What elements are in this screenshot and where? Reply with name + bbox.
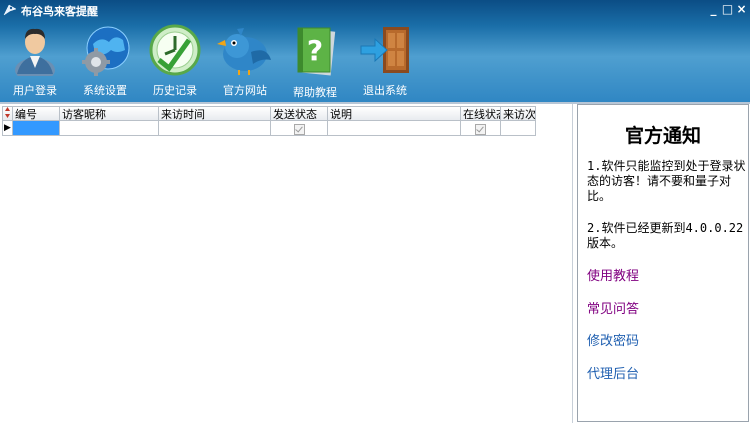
history-clock-icon — [149, 24, 201, 76]
row-indicator-header — [2, 106, 13, 121]
minimize-button[interactable]: _ — [707, 3, 720, 16]
maximize-button[interactable]: □ — [721, 3, 734, 16]
toolbar-label-history: 历史记录 — [153, 84, 197, 97]
visitor-grid-area: 编号 访客昵称 来访时间 发送状态 说明 在线状态 来访次 ▶ — [0, 104, 573, 423]
cell-description[interactable] — [328, 121, 461, 136]
title-bar: 布谷鸟来客提醒 _ □ × — [0, 0, 750, 22]
agent-backend-link[interactable]: 代理后台 — [587, 363, 639, 382]
current-row-indicator: ▶ — [2, 121, 13, 136]
cell-nickname[interactable] — [60, 121, 159, 136]
online-status-checkbox[interactable] — [475, 124, 486, 135]
notice-paragraph-2: 2.软件已经更新到4.0.0.22版本。 — [587, 221, 744, 250]
notice-title: 官方通知 — [624, 125, 701, 147]
toolbar-label-help: 帮助教程 — [293, 86, 337, 99]
help-book-icon: ? — [297, 27, 336, 76]
window-title: 布谷鸟来客提醒 — [21, 5, 98, 18]
user-login-icon — [15, 28, 55, 76]
column-header-send-status[interactable]: 发送状态 — [271, 106, 328, 121]
send-status-checkbox[interactable] — [293, 124, 305, 135]
cell-send-status[interactable] — [271, 121, 328, 136]
faq-link[interactable]: 常见问答 — [587, 298, 639, 317]
cell-id[interactable] — [13, 121, 60, 136]
tutorial-link[interactable]: 使用教程 — [587, 265, 639, 284]
toolbar-label-exit: 退出系统 — [363, 84, 407, 97]
title-toolbar-band: 布谷鸟来客提醒 _ □ × 用户登录 系统设置 历史记录 官方网站 ? 帮助教程… — [0, 0, 750, 103]
column-header-nickname[interactable]: 访客昵称 — [60, 106, 159, 121]
settings-globe-gear-icon — [82, 26, 130, 76]
history-button[interactable]: 历史记录 — [140, 22, 210, 100]
column-header-description[interactable]: 说明 — [328, 106, 461, 121]
toolbar: 用户登录 系统设置 历史记录 官方网站 ? 帮助教程 退出系统 — [0, 22, 750, 102]
svg-text:?: ? — [307, 34, 323, 67]
sort-arrows-icon — [5, 107, 10, 118]
official-notice-panel: 官方通知 1.软件只能监控到处于登录状态的访客！请不要和量子对比。 2.软件已经… — [577, 104, 749, 422]
column-header-visit-count[interactable]: 来访次 — [501, 106, 536, 121]
exit-button[interactable]: 退出系统 — [350, 22, 420, 100]
column-header-visit-time[interactable]: 来访时间 — [159, 106, 271, 121]
toolbar-label-user-login: 用户登录 — [13, 84, 57, 97]
cell-visit-time[interactable] — [159, 121, 271, 136]
toolbar-label-official-site: 官方网站 — [223, 84, 267, 97]
user-login-button[interactable]: 用户登录 — [0, 22, 70, 100]
column-header-online-status[interactable]: 在线状态 — [461, 106, 501, 121]
toolbar-label-settings: 系统设置 — [83, 84, 127, 97]
change-password-link[interactable]: 修改密码 — [587, 330, 639, 349]
bird-website-icon — [217, 28, 271, 75]
notice-paragraph-1: 1.软件只能监控到处于登录状态的访客！请不要和量子对比。 — [587, 159, 746, 203]
app-logo-icon — [3, 4, 17, 16]
exit-door-icon — [360, 27, 409, 73]
help-button[interactable]: ? 帮助教程 — [280, 22, 350, 100]
official-site-button[interactable]: 官方网站 — [210, 22, 280, 100]
close-button[interactable]: × — [735, 3, 748, 16]
cell-online-status[interactable] — [461, 121, 501, 136]
column-header-id[interactable]: 编号 — [13, 106, 60, 121]
settings-button[interactable]: 系统设置 — [70, 22, 140, 100]
cell-visit-count[interactable] — [501, 121, 536, 136]
